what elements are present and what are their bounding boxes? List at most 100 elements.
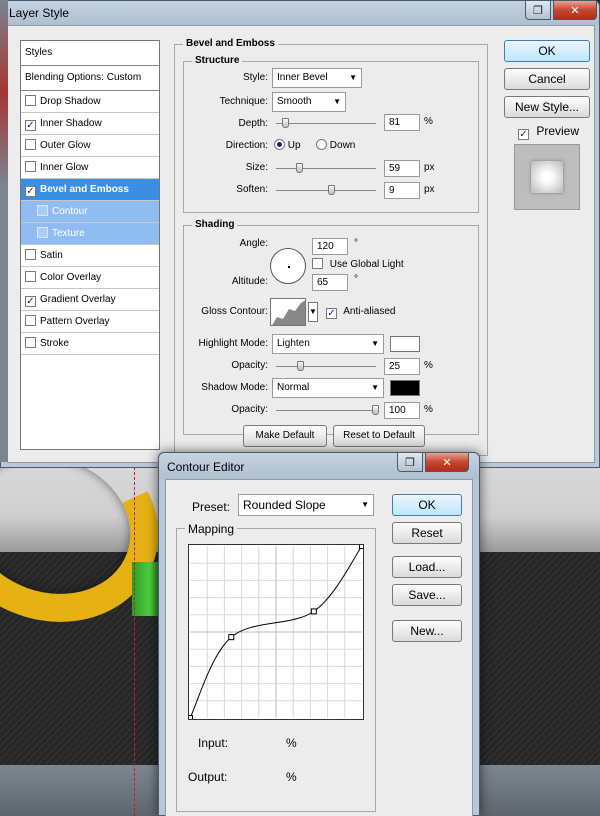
new-style-button[interactable]: New Style... [504,96,590,118]
style-item[interactable]: Drop Shadow [21,91,159,113]
curve-control-point[interactable] [310,608,317,615]
contour-save-button[interactable]: Save... [392,584,462,606]
checkbox-icon[interactable] [37,227,48,238]
shadow-mode-value: Normal [277,382,310,393]
checkbox-icon[interactable]: ✓ [25,120,36,131]
curve-control-point[interactable] [359,543,365,549]
style-item[interactable]: ✓ Gradient Overlay [21,289,159,311]
shading-legend: Shading [192,219,238,230]
style-item[interactable]: Pattern Overlay [21,311,159,333]
contour-load-button[interactable]: Load... [392,556,462,578]
style-item[interactable]: Inner Glow [21,157,159,179]
technique-select[interactable]: Smooth ▼ [272,92,346,112]
shadow-opacity-slider-thumb[interactable] [372,405,379,415]
style-item[interactable]: Texture [21,223,159,245]
layer-style-titlebar[interactable]: Layer Style ❐ ✕ [1,1,599,25]
close-icon[interactable]: ✕ [553,1,597,20]
cancel-button[interactable]: Cancel [504,68,590,90]
checkbox-icon: ✓ [518,129,529,140]
style-item-label: Color Overlay [40,272,102,283]
preview-checkbox[interactable]: ✓ Preview [518,124,579,140]
style-item[interactable]: Color Overlay [21,267,159,289]
anti-aliased-label: Anti-aliased [343,306,396,317]
altitude-input[interactable]: 65 [312,274,348,291]
soften-slider-thumb[interactable] [328,185,335,195]
angle-label: Angle: [239,238,268,249]
checkbox-icon[interactable] [25,249,36,260]
anti-aliased-checkbox[interactable]: ✓ Anti-aliased [326,306,396,319]
radio-on-icon [274,139,285,150]
preview-label: Preview [536,124,580,138]
curve-control-point[interactable] [187,715,193,721]
curve-control-point[interactable] [228,634,235,641]
direction-down-radio[interactable]: Down [316,139,355,151]
depth-slider-thumb[interactable] [282,118,289,128]
restore-icon[interactable]: ❐ [397,453,423,472]
contour-ok-button[interactable]: OK [392,494,462,516]
altitude-unit: ° [354,274,358,285]
soften-unit: px [424,184,435,195]
shading-group: Shading Angle: 120 ° Use Global Light Al… [183,219,479,435]
checkbox-icon[interactable] [37,205,48,216]
mapping-legend: Mapping [185,522,238,536]
contour-mapping-graph[interactable] [187,543,365,721]
highlight-mode-select[interactable]: Lighten ▼ [272,334,384,354]
soften-input[interactable]: 9 [384,182,420,199]
style-item[interactable]: Satin [21,245,159,267]
checkbox-icon[interactable] [25,161,36,172]
angle-input[interactable]: 120 [312,238,348,255]
size-input[interactable]: 59 [384,160,420,177]
style-item[interactable]: ✓ Inner Shadow [21,113,159,135]
size-slider[interactable] [276,168,376,169]
checkbox-icon[interactable] [25,337,36,348]
contour-curve-svg[interactable] [187,543,365,721]
checkbox-icon[interactable]: ✓ [25,296,36,307]
style-item[interactable]: Contour [21,201,159,223]
gloss-contour-swatch[interactable] [270,298,306,326]
shadow-color-swatch[interactable] [390,380,420,396]
preset-select[interactable]: Rounded Slope ▼ [238,494,374,516]
bevel-style-select[interactable]: Inner Bevel ▼ [272,68,362,88]
make-default-button[interactable]: Make Default [243,425,327,447]
checkbox-icon[interactable] [25,315,36,326]
ok-button[interactable]: OK [504,40,590,62]
gloss-contour-dropdown-icon[interactable]: ▼ [308,302,318,322]
background-window-edge [0,0,8,462]
depth-label: Depth: [238,118,268,129]
highlight-opacity-slider[interactable] [276,366,376,367]
highlight-opacity-slider-thumb[interactable] [297,361,304,371]
shadow-opacity-label: Opacity: [231,404,268,415]
input-unit: % [286,736,297,750]
contour-reset-button[interactable]: Reset [392,522,462,544]
shadow-opacity-slider[interactable] [276,410,376,411]
contour-editor-titlebar[interactable]: Contour Editor ❐ ✕ [159,453,479,479]
shadow-opacity-input[interactable]: 100 [384,402,420,419]
style-item[interactable]: Stroke [21,333,159,355]
highlight-color-swatch[interactable] [390,336,420,352]
technique-label: Technique: [219,96,268,107]
close-icon[interactable]: ✕ [425,453,469,472]
restore-icon[interactable]: ❐ [525,1,551,20]
styles-header[interactable]: Styles [21,41,159,66]
shadow-mode-select[interactable]: Normal ▼ [272,378,384,398]
size-slider-thumb[interactable] [296,163,303,173]
contour-new-button[interactable]: New... [392,620,462,642]
depth-slider[interactable] [276,123,376,124]
blending-options-item[interactable]: Blending Options: Custom [21,66,159,91]
global-light-checkbox[interactable]: Use Global Light [312,258,404,270]
structure-group: Structure Style: Inner Bevel ▼ Technique… [183,55,479,213]
chevron-down-icon: ▼ [371,383,379,392]
highlight-opacity-label: Opacity: [231,360,268,371]
checkbox-icon[interactable] [25,271,36,282]
checkbox-icon[interactable] [25,95,36,106]
angle-dial[interactable] [270,248,306,284]
style-item[interactable]: ✓ Bevel and Emboss [21,179,159,201]
style-item[interactable]: Outer Glow [21,135,159,157]
checkbox-icon[interactable] [25,139,36,150]
highlight-opacity-input[interactable]: 25 [384,358,420,375]
reset-to-default-button[interactable]: Reset to Default [333,425,425,447]
checkbox-icon[interactable]: ✓ [25,186,36,197]
soften-slider[interactable] [276,190,376,191]
depth-input[interactable]: 81 [384,114,420,131]
direction-up-radio[interactable]: Up [274,139,301,151]
